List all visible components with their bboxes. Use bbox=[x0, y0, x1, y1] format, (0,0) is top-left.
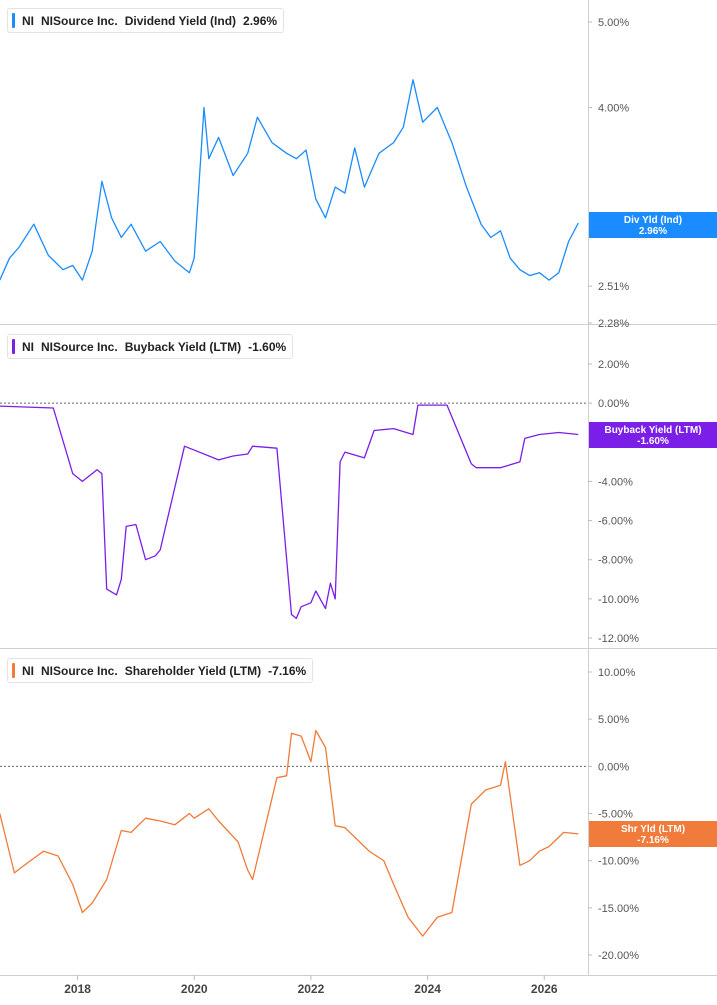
metric-label: Buyback Yield (LTM) bbox=[124, 339, 242, 354]
y-tick-label: -10.00% bbox=[598, 594, 639, 606]
y-tick-label: -15.00% bbox=[598, 903, 639, 915]
company-label: NISource Inc. bbox=[41, 339, 118, 354]
dividend-yield-legend: NI NISource Inc. Dividend Yield (Ind) 2.… bbox=[7, 8, 285, 33]
shareholder-yield-legend: NI NISource Inc. Shareholder Yield (LTM)… bbox=[7, 658, 314, 683]
metric-label: Shareholder Yield (LTM) bbox=[124, 663, 262, 678]
y-tick-label: -4.00% bbox=[598, 476, 633, 488]
value-badge-label: Shr Yld (LTM) bbox=[621, 824, 685, 835]
y-tick-label: 5.00% bbox=[598, 17, 629, 29]
y-tick-label: -5.00% bbox=[598, 809, 633, 821]
series-line bbox=[0, 404, 579, 620]
current-value: -1.60% bbox=[248, 339, 287, 354]
series-line bbox=[0, 79, 579, 281]
dividend-yield-swatch bbox=[12, 13, 15, 28]
company-label: NISource Inc. bbox=[41, 663, 118, 678]
y-tick-label: 10.00% bbox=[598, 667, 636, 679]
y-tick-label: 4.00% bbox=[598, 103, 629, 115]
value-badge-value: -7.16% bbox=[637, 835, 669, 846]
buyback-yield-legend: NI NISource Inc. Buyback Yield (LTM) -1.… bbox=[7, 334, 294, 359]
y-tick-label: 2.28% bbox=[598, 318, 629, 330]
ticker-label: NI bbox=[22, 13, 34, 28]
shareholder-yield-swatch bbox=[12, 663, 15, 678]
value-badge-label: Div Yld (Ind) bbox=[624, 215, 682, 226]
y-tick-label: 2.51% bbox=[598, 281, 629, 293]
x-tick-label: 2024 bbox=[414, 982, 441, 996]
value-badge-label: Buyback Yield (LTM) bbox=[604, 425, 701, 436]
x-tick-label: 2022 bbox=[298, 982, 325, 996]
ticker-label: NI bbox=[22, 663, 34, 678]
y-tick-label: 0.00% bbox=[598, 398, 629, 410]
current-value: -7.16% bbox=[268, 663, 307, 678]
y-tick-label: -20.00% bbox=[598, 950, 639, 962]
buyback-yield-swatch bbox=[12, 339, 15, 354]
x-tick-label: 2018 bbox=[64, 982, 91, 996]
y-tick-label: -6.00% bbox=[598, 516, 633, 528]
y-tick-label: 2.00% bbox=[598, 359, 629, 371]
y-tick-label: 5.00% bbox=[598, 714, 629, 726]
value-badge-value: -1.60% bbox=[637, 436, 669, 447]
y-tick-label: -12.00% bbox=[598, 633, 639, 645]
current-value: 2.96% bbox=[243, 13, 278, 28]
x-tick-label: 2020 bbox=[181, 982, 208, 996]
y-tick-label: -10.00% bbox=[598, 856, 639, 868]
y-tick-label: -8.00% bbox=[598, 555, 633, 567]
metric-label: Dividend Yield (Ind) bbox=[124, 13, 237, 28]
company-label: NISource Inc. bbox=[41, 13, 118, 28]
value-badge-value: 2.96% bbox=[639, 226, 667, 237]
x-tick-label: 2026 bbox=[531, 982, 558, 996]
chart-canvas: 5.00%4.00%2.51%2.28%Div Yld (Ind)2.96%2.… bbox=[0, 0, 717, 996]
series-line bbox=[0, 729, 579, 937]
y-tick-label: 0.00% bbox=[598, 761, 629, 773]
ticker-label: NI bbox=[22, 339, 34, 354]
